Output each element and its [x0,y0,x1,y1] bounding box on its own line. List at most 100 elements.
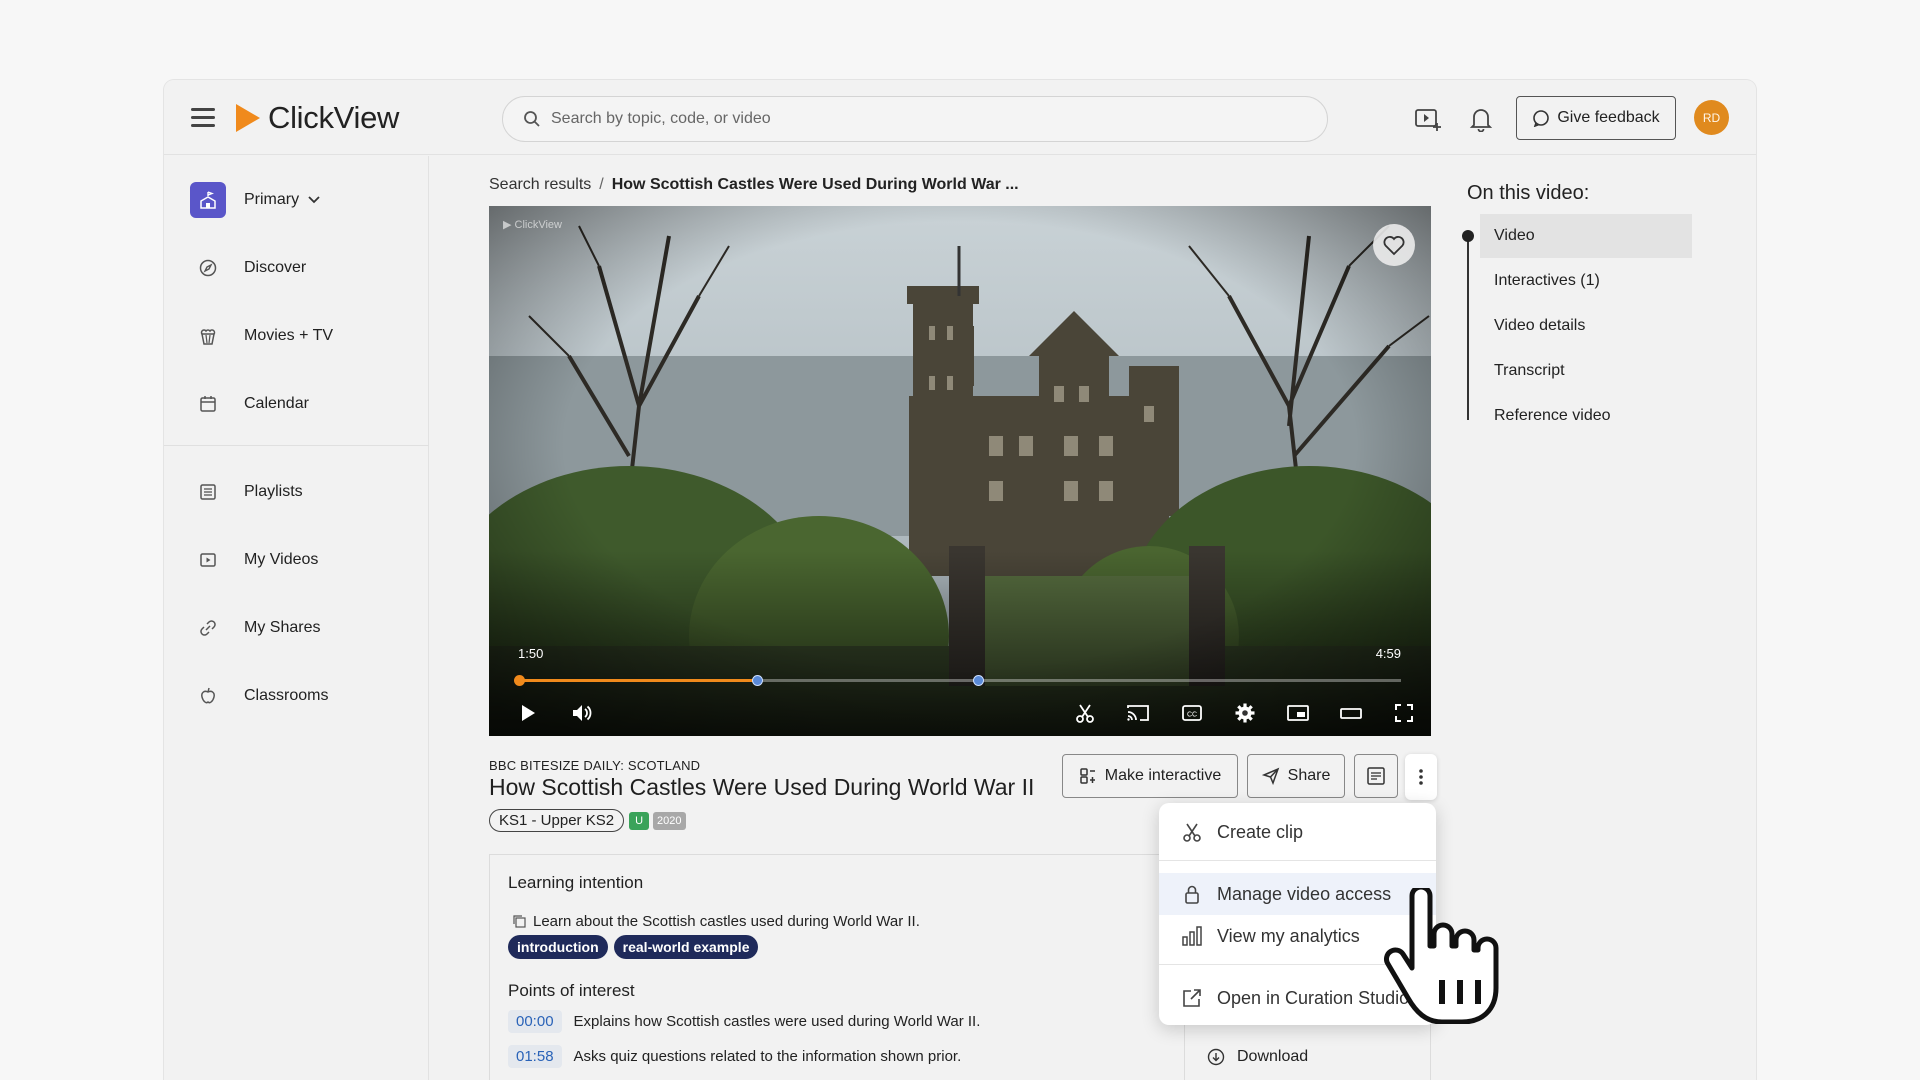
video-player[interactable]: ▶ ClickView 1:50 4:59 CC [489,206,1431,736]
chevron-down-icon [308,196,320,204]
popcorn-icon [190,318,226,354]
toc-active-dot [1462,230,1474,242]
sidebar: Primary Discover Movies + TV Calendar Pl… [164,156,429,1080]
cast-button[interactable] [1125,700,1151,726]
play-button[interactable] [515,700,541,726]
menu-item-manage-video-access[interactable]: Manage video access [1159,873,1436,915]
pip-icon [1287,705,1309,721]
logo-play-icon [236,104,260,132]
settings-button[interactable] [1232,700,1258,726]
chapter-marker[interactable] [972,675,984,686]
user-avatar[interactable]: RD [1694,100,1729,135]
download-icon [1207,1048,1225,1066]
favorite-button[interactable] [1373,224,1415,266]
breadcrumb-separator: / [599,176,604,193]
captions-button[interactable]: CC [1179,700,1205,726]
more-options-panel: Download [1184,1020,1431,1080]
copy-icon[interactable] [512,914,527,929]
search-input[interactable] [551,110,1291,128]
video-title: How Scottish Castles Were Used During Wo… [489,774,1035,800]
search-bar[interactable] [502,96,1328,142]
level-tag: KS1 - Upper KS2 [489,809,625,832]
total-duration: 4:59 [1375,646,1401,661]
video-tags: KS1 - Upper KS2 U 2020 [489,809,686,832]
points-of-interest-heading: Points of interest [508,981,635,1000]
external-link-icon [1183,989,1201,1007]
sidebar-item-label: Primary [244,191,300,208]
toc-item-interactives[interactable]: Interactives (1) [1480,259,1692,303]
transcript-button[interactable] [1354,754,1398,798]
gear-icon [1235,703,1255,723]
breadcrumb-search-results[interactable]: Search results [489,176,591,193]
poi-text: Asks quiz questions related to the infor… [573,1048,962,1065]
download-item[interactable]: Download [1207,1048,1308,1066]
breadcrumb-current: How Scottish Castles Were Used During Wo… [611,176,1019,193]
add-video-icon[interactable] [1414,106,1442,132]
play-icon [522,705,535,721]
timestamp-link[interactable]: 01:58 [508,1045,562,1068]
give-feedback-button[interactable]: Give feedback [1516,96,1676,140]
fullscreen-icon [1395,704,1413,722]
search-icon [524,111,540,127]
menu-divider [1159,860,1436,861]
app-window: ClickView Give feedback RD Primary Disco… [164,80,1756,1080]
menu-divider [1159,964,1436,965]
video-source: BBC BITESIZE DAILY: SCOTLAND [489,758,701,773]
sidebar-item-movies-tv[interactable]: Movies + TV [190,316,333,356]
send-icon [1261,767,1279,785]
theater-icon [1340,708,1362,719]
share-button[interactable]: Share [1247,754,1345,798]
list-item: 01:58 Asks quiz questions related to the… [508,1045,961,1068]
current-time: 1:50 [518,646,544,661]
sidebar-item-calendar[interactable]: Calendar [190,384,309,424]
heart-icon [1383,236,1405,256]
progress-start-knob[interactable] [514,675,525,686]
chip-real-world-example[interactable]: real-world example [613,935,759,959]
breadcrumb: Search results / How Scottish Castles Were… [489,176,1019,194]
progress-fill [519,679,758,682]
sidebar-divider [164,445,429,446]
toc-item-reference-video[interactable]: Reference video [1480,394,1692,438]
clip-button[interactable] [1072,700,1098,726]
sidebar-item-my-shares[interactable]: My Shares [190,608,320,648]
sidebar-item-label: My Shares [244,619,321,636]
svg-text:CC: CC [1187,712,1197,719]
toc-item-video-details[interactable]: Video details [1480,304,1692,348]
toc-item-transcript[interactable]: Transcript [1480,349,1692,393]
make-interactive-label: Make interactive [1104,767,1222,784]
timestamp-link[interactable]: 00:00 [508,1010,562,1033]
chat-bubble-icon [1533,110,1550,127]
apple-icon [190,678,226,714]
video-watermark: ▶ ClickView [503,219,562,231]
toc-title: On this video: [1467,182,1590,204]
list-item: 00:00 Explains how Scottish castles were… [508,1010,980,1033]
sidebar-item-label: Playlists [244,483,303,500]
theater-mode-button[interactable] [1338,700,1364,726]
sidebar-item-primary[interactable]: Primary [190,180,321,220]
sidebar-item-label: Movies + TV [244,327,334,344]
toc-item-video[interactable]: Video [1480,214,1692,258]
volume-icon [573,705,592,721]
fullscreen-button[interactable] [1391,700,1417,726]
calendar-icon [190,386,226,422]
menu-icon[interactable] [191,107,215,127]
clickview-logo[interactable]: ClickView [236,100,399,136]
sidebar-item-discover[interactable]: Discover [190,248,306,288]
bell-icon[interactable] [1467,106,1495,132]
sidebar-item-label: My Videos [244,551,319,568]
progress-bar[interactable] [514,675,1401,686]
menu-item-open-curation-studio[interactable]: Open in Curation Studio [1159,977,1436,1019]
sidebar-item-playlists[interactable]: Playlists [190,472,303,512]
learning-intention-text: Learn about the Scottish castles used du… [512,913,920,930]
more-options-button[interactable] [1405,754,1437,800]
chip-introduction[interactable]: introduction [508,935,608,959]
sidebar-item-my-videos[interactable]: My Videos [190,540,318,580]
year-badge: 2020 [653,811,686,830]
transcript-icon [1367,767,1385,785]
sidebar-item-classrooms[interactable]: Classrooms [190,676,328,716]
menu-item-view-analytics[interactable]: View my analytics [1159,915,1436,957]
volume-button[interactable] [569,700,595,726]
make-interactive-button[interactable]: Make interactive [1062,754,1238,798]
picture-in-picture-button[interactable] [1285,700,1311,726]
menu-item-create-clip[interactable]: Create clip [1159,811,1436,853]
